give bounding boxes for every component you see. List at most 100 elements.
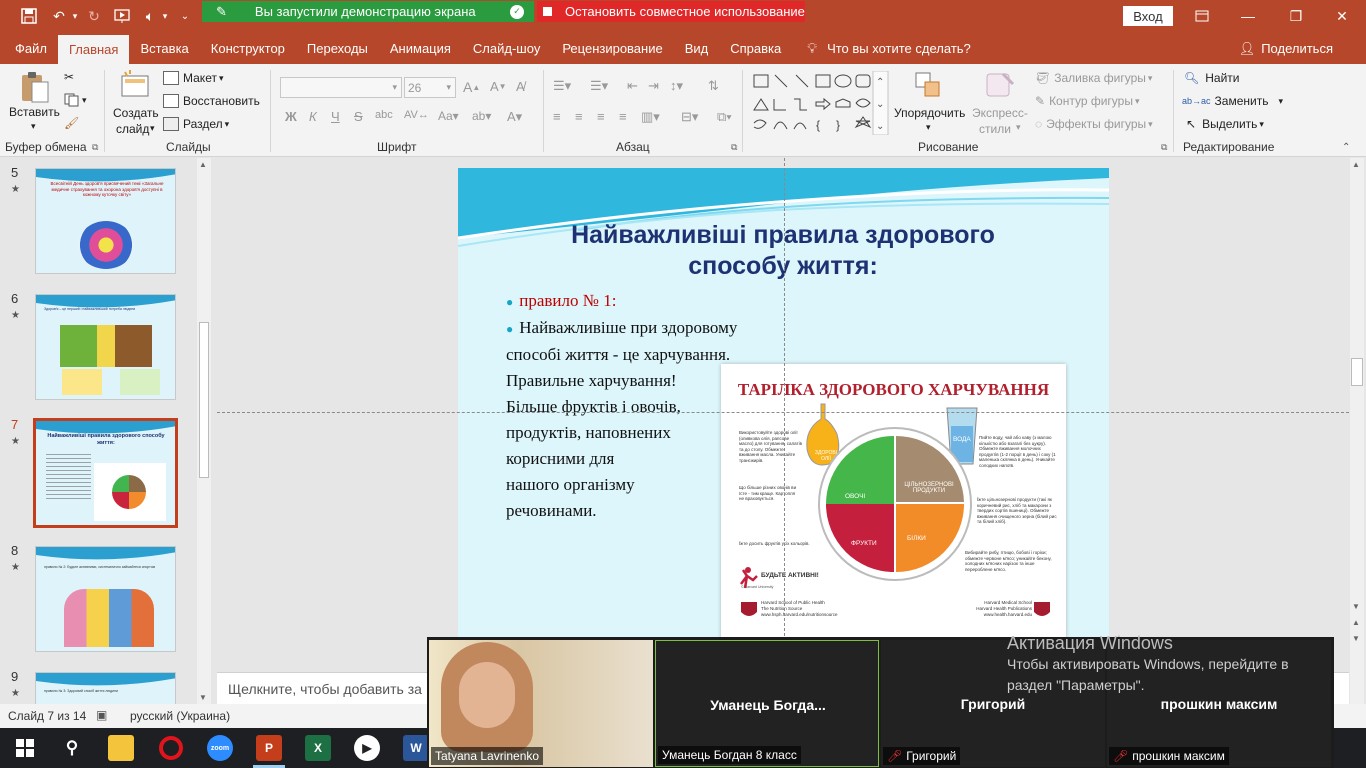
- reset-button[interactable]: Восстановить: [163, 94, 260, 108]
- tab-file[interactable]: Файл: [4, 33, 58, 64]
- healthy-plate-poster[interactable]: ТАРІЛКА ЗДОРОВОГО ХАРЧУВАННЯ ЗДОРОВІ ОЛІ…: [721, 364, 1066, 639]
- language-indicator[interactable]: русский (Украина): [130, 709, 230, 723]
- spellcheck-icon[interactable]: ▣: [96, 708, 107, 722]
- align-text-icon[interactable]: ⊟▾: [681, 109, 698, 125]
- new-slide-label-2[interactable]: слайд: [116, 122, 149, 136]
- slide-title[interactable]: Найважливіші правила здорового способу ж…: [518, 220, 1048, 282]
- smartart-icon[interactable]: ⧉▾: [717, 109, 732, 125]
- word-icon[interactable]: W: [403, 735, 429, 761]
- restore-icon[interactable]: ❐: [1281, 6, 1311, 26]
- tab-help[interactable]: Справка: [719, 33, 792, 64]
- collapse-ribbon-icon[interactable]: ⌃: [1342, 142, 1350, 153]
- shapes-gallery[interactable]: {} ⌃ ⌄ ⌄: [750, 70, 890, 136]
- speaker-icon[interactable]: 🔈︎: [139, 6, 161, 26]
- shape-fill-button[interactable]: 🪣︎ Заливка фигуры ▾: [1035, 71, 1152, 85]
- tab-home[interactable]: Главная: [57, 35, 130, 64]
- text-direction-icon[interactable]: ⇅: [708, 78, 719, 94]
- align-right-icon[interactable]: ≡: [597, 109, 605, 124]
- undo-icon[interactable]: ↶: [48, 6, 70, 26]
- stop-sharing-button[interactable]: Остановить совместное использование: [537, 1, 805, 22]
- paste-icon[interactable]: [19, 70, 51, 103]
- excel-icon[interactable]: X: [305, 735, 331, 761]
- arrange-dropdown-icon[interactable]: ▾: [926, 122, 931, 133]
- replace-button[interactable]: ab→ac Заменить ▾: [1182, 94, 1283, 108]
- horizontal-guide[interactable]: [217, 412, 1349, 413]
- tab-slideshow[interactable]: Слайд-шоу: [462, 33, 551, 64]
- char-spacing-icon[interactable]: AV↔: [404, 109, 429, 121]
- font-name-combo[interactable]: ▾: [280, 77, 402, 98]
- line-spacing-icon[interactable]: ↕▾: [670, 78, 683, 94]
- quick-styles-dropdown-icon[interactable]: ▾: [1016, 122, 1021, 133]
- media-player-icon[interactable]: ▶: [354, 735, 380, 761]
- shape-outline-button[interactable]: ✎ Контур фигуры ▾: [1035, 94, 1140, 108]
- vertical-guide[interactable]: [784, 158, 785, 671]
- video-tile-tatyana[interactable]: Tatyana Lavrinenko: [429, 640, 653, 767]
- increase-indent-icon[interactable]: ⇥: [648, 78, 659, 94]
- save-icon[interactable]: [18, 6, 40, 26]
- thumbnail-scrollbar[interactable]: ▲ ▼: [197, 158, 211, 704]
- speaker-dropdown-icon[interactable]: ▾: [159, 6, 171, 26]
- scroll-thumb[interactable]: [199, 322, 209, 478]
- bullets-icon[interactable]: ☰▾: [553, 78, 571, 94]
- share-button[interactable]: 👤︎ Поделиться: [1228, 33, 1344, 64]
- slide-scrollbar[interactable]: ▲ ▼ ▲ ▼: [1350, 158, 1364, 704]
- decrease-indent-icon[interactable]: ⇤: [627, 78, 638, 94]
- copy-icon[interactable]: ▾: [64, 93, 87, 107]
- redo-icon[interactable]: ↻: [83, 6, 105, 26]
- paragraph-launcher-icon[interactable]: ⧉: [731, 142, 737, 153]
- scroll-up-icon[interactable]: ▲: [1352, 160, 1360, 169]
- slide-thumbnail-8[interactable]: правило № 2: Будьте активними, системати…: [35, 546, 176, 652]
- from-beginning-icon[interactable]: [111, 6, 133, 26]
- file-explorer-icon[interactable]: [108, 735, 134, 761]
- zoom-icon[interactable]: zoom: [207, 735, 233, 761]
- video-tile-umanets[interactable]: Уманець Богда... Уманець Богдан 8 класс: [655, 640, 879, 767]
- scroll-thumb[interactable]: [1351, 358, 1363, 386]
- align-center-icon[interactable]: ≡: [575, 109, 583, 124]
- shadow-button[interactable]: abc: [375, 109, 393, 121]
- tell-me-box[interactable]: 💡︎ Что вы хотите сделать?: [796, 33, 982, 64]
- clipboard-launcher-icon[interactable]: ⧉: [92, 142, 98, 153]
- font-size-combo[interactable]: 26 ▾: [404, 77, 456, 98]
- tab-design[interactable]: Конструктор: [200, 33, 296, 64]
- customize-toolbar-icon[interactable]: ⌄: [176, 6, 194, 26]
- strikethrough-button[interactable]: S: [354, 109, 363, 124]
- underline-button[interactable]: Ч: [331, 109, 340, 124]
- opera-icon[interactable]: [159, 736, 183, 760]
- clear-format-icon[interactable]: A̸: [516, 79, 525, 94]
- columns-icon[interactable]: ▥▾: [641, 109, 660, 125]
- quick-styles-label-1[interactable]: Экспресс-: [972, 106, 1028, 120]
- undo-dropdown-icon[interactable]: ▾: [68, 6, 82, 26]
- arrange-button[interactable]: Упорядочить: [894, 106, 965, 120]
- tab-review[interactable]: Рецензирование: [551, 33, 673, 64]
- windows-start-icon[interactable]: [12, 735, 38, 761]
- justify-icon[interactable]: ≡: [619, 109, 627, 124]
- slide-thumbnail-6[interactable]: Здоров'я – це перший і найважливіший пот…: [35, 294, 176, 400]
- layout-button[interactable]: Макет ▾: [163, 71, 224, 85]
- powerpoint-icon[interactable]: P: [256, 735, 282, 761]
- arrange-icon[interactable]: [913, 70, 945, 102]
- quick-styles-icon[interactable]: [985, 70, 1017, 102]
- search-icon[interactable]: ⚲: [59, 735, 85, 761]
- tab-insert[interactable]: Вставка: [129, 33, 199, 64]
- select-button[interactable]: ↖ Выделить ▾: [1186, 117, 1264, 131]
- scroll-up-icon[interactable]: ▲: [199, 160, 207, 169]
- close-icon[interactable]: ✕: [1327, 6, 1357, 26]
- format-painter-icon[interactable]: 🖌︎: [64, 116, 79, 130]
- numbering-icon[interactable]: ☰▾: [590, 78, 608, 94]
- italic-button[interactable]: К: [309, 109, 317, 124]
- scroll-down-icon[interactable]: ▼: [199, 693, 207, 702]
- shrink-font-icon[interactable]: A ▼: [490, 79, 507, 94]
- minimize-icon[interactable]: —: [1233, 6, 1263, 26]
- new-slide-label-1[interactable]: Создать: [113, 106, 159, 120]
- font-color-icon[interactable]: A▾: [507, 109, 522, 125]
- shape-effects-button[interactable]: ◌ Эффекты фигуры ▾: [1035, 117, 1153, 131]
- slide-thumbnail-7[interactable]: Найважливіші правила здорового способу ж…: [33, 418, 178, 528]
- cut-icon[interactable]: ✂: [64, 70, 74, 84]
- slide-thumbnail-5[interactable]: Всесвітній День здоров'я присвячений тем…: [35, 168, 176, 274]
- grow-font-icon[interactable]: A ▲: [463, 79, 480, 95]
- align-left-icon[interactable]: ≡: [553, 109, 561, 124]
- highlight-icon[interactable]: ab▾: [472, 109, 491, 123]
- next-slide-icon[interactable]: ▼: [1352, 634, 1360, 643]
- paste-dropdown-icon[interactable]: ▾: [31, 121, 36, 132]
- change-case-icon[interactable]: Aa▾: [438, 109, 459, 123]
